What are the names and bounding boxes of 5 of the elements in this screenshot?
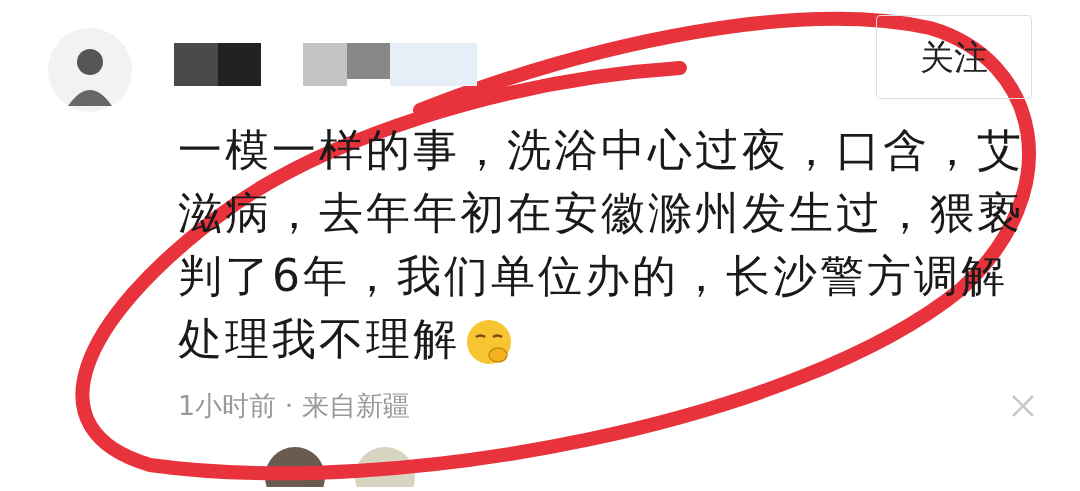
close-icon[interactable] <box>1012 395 1034 418</box>
avatar <box>355 446 415 487</box>
emoji-icon <box>464 317 514 367</box>
comment-meta: 1小时前 · 来自新疆 <box>178 389 410 423</box>
avatar <box>265 446 325 487</box>
